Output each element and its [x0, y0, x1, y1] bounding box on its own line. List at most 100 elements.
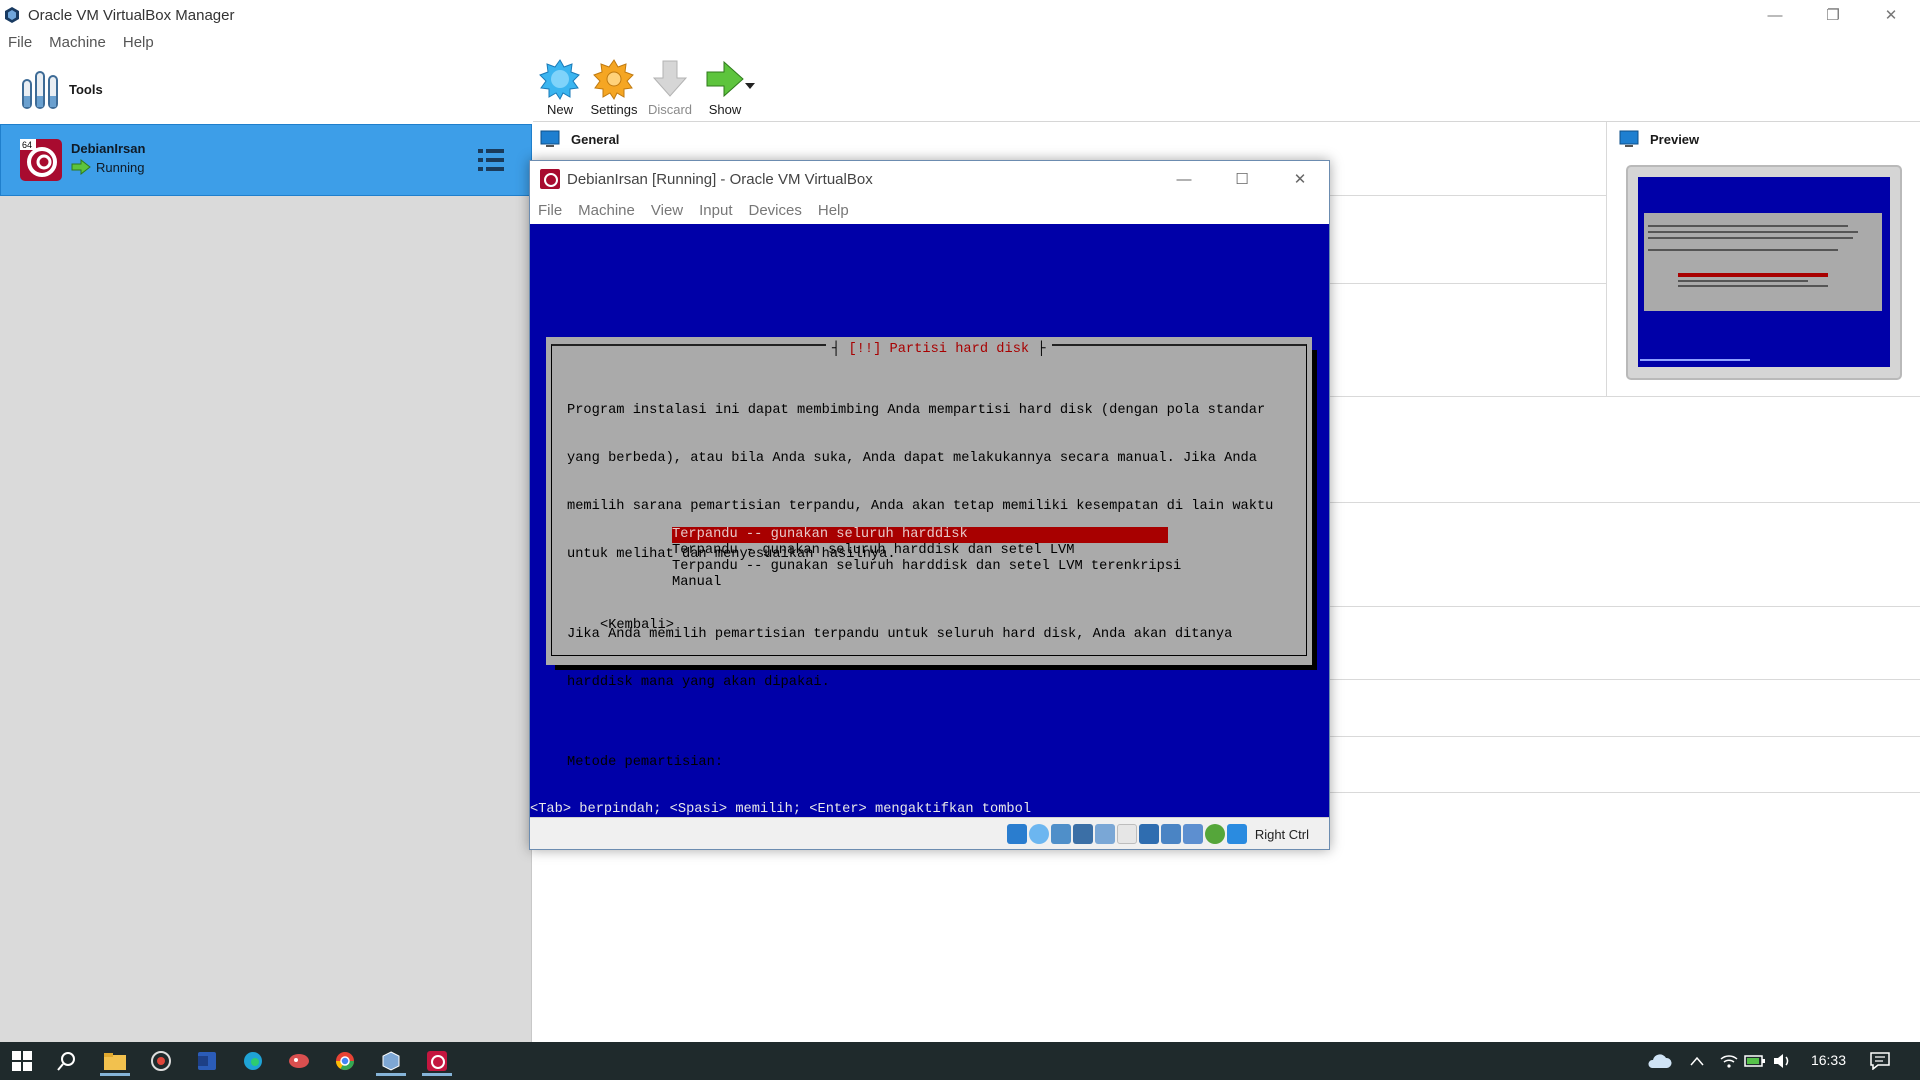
menu-file[interactable]: File — [0, 34, 41, 51]
vm-name: DebianIrsan — [71, 141, 146, 156]
preview-dialog — [1644, 213, 1882, 311]
vm-item-menu-icon[interactable] — [476, 145, 506, 175]
virtualbox-taskbar-button[interactable] — [376, 1046, 406, 1076]
show-dropdown-arrow-icon[interactable] — [745, 82, 755, 90]
general-section-header[interactable]: General — [540, 124, 619, 154]
preview-text-line — [1648, 249, 1838, 251]
vm-maximize-button[interactable]: ☐ — [1213, 161, 1271, 197]
menu-machine[interactable]: Machine — [41, 34, 115, 51]
chrome-icon — [336, 1052, 354, 1071]
body-line: memilih sarana pemartisian terpandu, And… — [567, 499, 1274, 514]
general-section-title: General — [571, 131, 620, 147]
word-taskbar-button[interactable] — [192, 1046, 222, 1076]
monitor-icon — [1619, 130, 1639, 147]
game-app-icon — [289, 1054, 309, 1068]
taskbar-clock[interactable]: 16:33 — [1811, 1052, 1846, 1068]
virtualbox-app-icon — [5, 7, 19, 23]
preview-section-header[interactable]: Preview — [1619, 124, 1699, 154]
vm-menu-machine[interactable]: Machine — [570, 202, 643, 219]
discard-button[interactable]: Discard — [641, 58, 699, 117]
file-explorer-taskbar-button[interactable] — [100, 1046, 130, 1076]
body-line: Program instalasi ini dapat membimbing A… — [567, 403, 1266, 418]
new-button[interactable]: New — [531, 58, 589, 117]
search-button[interactable] — [52, 1046, 82, 1076]
vm-console-screen[interactable]: ┤ [!!] Partisi hard disk ├ Program insta… — [530, 224, 1329, 817]
edge-taskbar-button[interactable] — [238, 1046, 268, 1076]
active-indicator — [376, 1073, 406, 1076]
monitor-icon — [540, 130, 560, 147]
vm-list-item-debianirsan[interactable]: 64 DebianIrsan Running — [0, 124, 532, 196]
vm-menu-bar: File Machine View Input Devices Help — [530, 197, 1329, 223]
restore-button[interactable]: ❐ — [1804, 0, 1862, 30]
vm-menu-file[interactable]: File — [530, 202, 570, 219]
action-center-button[interactable] — [1865, 1046, 1895, 1076]
manager-menu-bar: File Machine Help — [0, 30, 1920, 54]
body-line: yang berbeda), atau bila Anda suka, Anda… — [567, 451, 1257, 466]
usb-icon[interactable] — [1094, 824, 1115, 844]
vm-menu-help[interactable]: Help — [810, 202, 857, 219]
preview-text-line — [1678, 285, 1828, 287]
preview-text-line — [1648, 225, 1848, 227]
status-bar-icons: Right Ctrl — [1006, 824, 1309, 844]
hard-disk-icon[interactable] — [1006, 824, 1027, 844]
vm-window-title-bar: DebianIrsan [Running] - Oracle VM Virtua… — [530, 161, 1329, 197]
tools-label: Tools — [69, 81, 103, 97]
mouse-integration-icon[interactable] — [1204, 824, 1225, 844]
network-icon[interactable] — [1072, 824, 1093, 844]
back-button[interactable]: <Kembali> — [600, 618, 674, 634]
notification-icon — [1870, 1052, 1890, 1070]
vm-close-button[interactable]: ✕ — [1271, 161, 1329, 197]
preview-thumbnail — [1626, 165, 1902, 380]
tools-item[interactable]: Tools — [0, 54, 532, 124]
close-button[interactable]: ✕ — [1862, 0, 1920, 30]
speaker-icon — [1774, 1054, 1789, 1068]
virtualbox-icon — [382, 1051, 400, 1071]
machine-list-pane: Tools 64 DebianIrsan Running — [0, 54, 532, 1042]
partition-option-manual[interactable]: Manual — [672, 575, 1168, 591]
optical-drive-icon[interactable] — [1028, 824, 1049, 844]
vm-menu-devices[interactable]: Devices — [741, 202, 810, 219]
dialog-title: ┤ [!!] Partisi hard disk ├ — [826, 342, 1052, 358]
audio-icon[interactable] — [1050, 824, 1071, 844]
partition-option-guided-encrypted-lvm[interactable]: Terpandu -- gunakan seluruh harddisk dan… — [672, 559, 1181, 575]
discard-label: Discard — [647, 102, 693, 117]
debian-icon — [540, 169, 560, 189]
battery-tray-icon[interactable] — [1740, 1046, 1770, 1076]
virtualization-icon[interactable] — [1182, 824, 1203, 844]
partition-option-guided-lvm[interactable]: Terpandu - gunakan seluruh harddisk dan … — [672, 543, 1168, 559]
vm-status: Running — [96, 160, 145, 175]
partition-option-guided-whole-disk[interactable]: Terpandu -- gunakan seluruh harddisk — [672, 527, 1168, 543]
volume-tray-icon[interactable] — [1768, 1046, 1798, 1076]
recording-icon[interactable] — [1160, 824, 1181, 844]
host-key-label: Right Ctrl — [1254, 826, 1309, 842]
active-indicator — [100, 1073, 130, 1076]
media-app-taskbar-button[interactable] — [146, 1046, 176, 1076]
onedrive-tray-icon[interactable] — [1644, 1046, 1674, 1076]
start-button[interactable] — [7, 1046, 37, 1076]
keyboard-capture-icon[interactable] — [1226, 824, 1247, 844]
chrome-taskbar-button[interactable] — [330, 1046, 360, 1076]
display-icon[interactable] — [1138, 824, 1159, 844]
show-hidden-icons-button[interactable] — [1682, 1046, 1712, 1076]
vm-minimize-button[interactable]: — — [1155, 161, 1213, 197]
preview-footer-line — [1640, 359, 1750, 361]
vm-window-controls: — ☐ ✕ — [1155, 161, 1329, 197]
debian-icon — [427, 1051, 447, 1071]
menu-help[interactable]: Help — [115, 34, 163, 51]
game-app-taskbar-button[interactable] — [284, 1046, 314, 1076]
active-indicator — [422, 1073, 452, 1076]
vm-menu-view[interactable]: View — [643, 202, 691, 219]
shared-folders-icon[interactable] — [1116, 824, 1137, 844]
minimize-button[interactable]: — — [1746, 0, 1804, 30]
preview-text-line — [1648, 231, 1858, 233]
vm-status-bar: Right Ctrl — [530, 817, 1329, 849]
settings-gear-icon — [593, 59, 634, 100]
installer-help-footer: <Tab> berpindah; <Spasi> memilih; <Enter… — [530, 802, 1329, 817]
manager-window-controls: — ❐ ✕ — [1746, 0, 1920, 30]
settings-button[interactable]: Settings — [585, 58, 643, 117]
debian-vm-taskbar-button[interactable] — [422, 1046, 452, 1076]
folder-icon — [104, 1053, 126, 1070]
partition-dialog: ┤ [!!] Partisi hard disk ├ Program insta… — [546, 337, 1312, 770]
running-arrow-icon — [71, 159, 91, 175]
vm-menu-input[interactable]: Input — [691, 202, 740, 219]
